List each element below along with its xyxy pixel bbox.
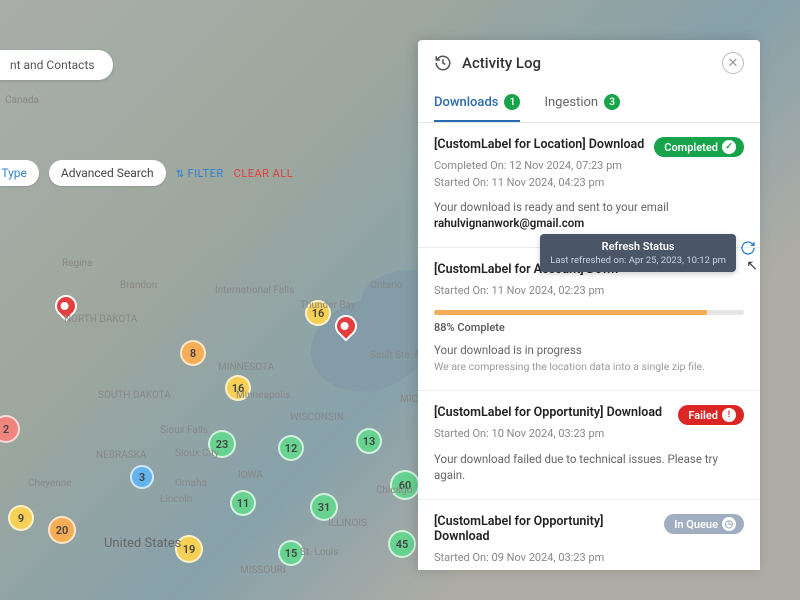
map-label: Sioux Falls: [160, 425, 208, 436]
map-label: Brandon: [120, 280, 157, 291]
tab-label: Ingestion: [544, 95, 598, 110]
item-title: [CustomLabel for Location] Download: [434, 137, 646, 152]
map-label: MINNESOTA: [218, 362, 274, 373]
status-badge: Failed!: [678, 405, 744, 425]
activity-log-panel: Activity Log ✕ Downloads 1 Ingestion 3 […: [418, 40, 760, 570]
panel-header: Activity Log ✕: [418, 40, 760, 86]
map-label: Sault Ste. M: [370, 350, 423, 361]
map-label: Canada: [5, 95, 39, 106]
item-meta: Started On: 11 Nov 2024, 02:23 pm: [434, 283, 744, 300]
map-label: NEBRASKA: [96, 450, 146, 461]
map-cluster[interactable]: 31: [310, 493, 338, 521]
map-label: Regina: [62, 258, 92, 269]
panel-tabs: Downloads 1 Ingestion 3: [418, 86, 760, 123]
cursor-icon: ↖: [746, 258, 758, 274]
item-meta: Started On: 09 Nov 2024, 03:23 pm: [434, 550, 656, 567]
map-label: Lincoln: [160, 494, 192, 505]
map-label: St. Louis: [300, 547, 339, 558]
map-cluster[interactable]: 45: [388, 530, 416, 558]
clear-all-link[interactable]: CLEAR ALL: [234, 167, 294, 180]
map-label: Chicago: [376, 485, 412, 496]
item-title: [CustomLabel for Opportunity] Download: [434, 514, 656, 544]
map-label: Sioux City: [175, 448, 219, 459]
map-cluster[interactable]: 3: [130, 465, 154, 489]
close-button[interactable]: ✕: [722, 52, 744, 74]
history-icon: [434, 54, 452, 72]
status-badge: Completed✓: [654, 137, 744, 157]
tooltip-title: Refresh Status: [550, 240, 726, 253]
map-cluster[interactable]: 9: [8, 505, 34, 531]
map-toolbar: n Type Advanced Search FILTER CLEAR ALL: [0, 160, 293, 186]
map-label: Minneapolis: [236, 390, 290, 401]
item-title: [CustomLabel for Opportunity] Download: [434, 405, 670, 420]
map-label: Ontario: [370, 280, 403, 291]
activity-item: [CustomLabel for Opportunity] Download St…: [418, 391, 760, 500]
activity-items: [CustomLabel for Location] Download Compl…: [418, 123, 760, 570]
map-cluster[interactable]: 8: [180, 340, 206, 366]
item-meta: Started On: 10 Nov 2024, 03:23 pm: [434, 426, 670, 443]
tab-badge: 3: [604, 94, 620, 110]
map-label: NORTH DAKOTA: [64, 314, 137, 325]
map-label: MISSOURI: [240, 565, 286, 576]
advanced-search-chip[interactable]: Advanced Search: [49, 160, 166, 186]
item-meta: Completed On: 12 Nov 2024, 07:23 pmStart…: [434, 158, 646, 191]
activity-item: [CustomLabel for Location] Download Compl…: [418, 123, 760, 248]
item-body: Your download is ready and sent to your …: [434, 199, 744, 231]
map-label: Thunder Bay: [300, 300, 356, 311]
tooltip-subtitle: Last refreshed on: Apr 25, 2023, 10:12 p…: [550, 255, 726, 266]
map-cluster[interactable]: 13: [356, 428, 382, 454]
tab-label: Downloads: [434, 95, 498, 110]
map-label: SOUTH DAKOTA: [98, 390, 171, 401]
tab-ingestion[interactable]: Ingestion 3: [544, 86, 620, 122]
status-badge: In Queue◷: [664, 514, 744, 534]
search-chip[interactable]: nt and Contacts: [0, 50, 113, 80]
progress-bar: [434, 310, 744, 315]
refresh-icon[interactable]: [740, 240, 756, 256]
map-label: WISCONSIN: [290, 412, 344, 423]
map-label: United States: [104, 536, 181, 551]
map-label: ILLINOIS: [328, 518, 367, 529]
map-label: International Falls: [215, 285, 294, 296]
panel-title: Activity Log: [462, 54, 712, 72]
activity-item: [CustomLabel for Opportunity] Download St…: [418, 500, 760, 570]
filter-link[interactable]: FILTER: [176, 167, 224, 180]
map-label: IOWA: [238, 470, 263, 481]
item-body: Your download failed due to technical is…: [434, 451, 744, 483]
refresh-tooltip: Refresh Status Last refreshed on: Apr 25…: [540, 234, 736, 272]
search-text: nt and Contacts: [10, 58, 95, 72]
map-cluster[interactable]: 20: [48, 516, 76, 544]
type-chip[interactable]: n Type: [0, 160, 39, 186]
tab-downloads[interactable]: Downloads 1: [434, 86, 520, 122]
map-label: Cheyenne: [28, 478, 72, 489]
item-body: Your download is in progressWe are compr…: [434, 342, 744, 375]
map-cluster[interactable]: 12: [278, 435, 304, 461]
tab-badge: 1: [504, 94, 520, 110]
map-cluster[interactable]: 11: [230, 490, 256, 516]
map-label: Omaha: [175, 478, 207, 489]
